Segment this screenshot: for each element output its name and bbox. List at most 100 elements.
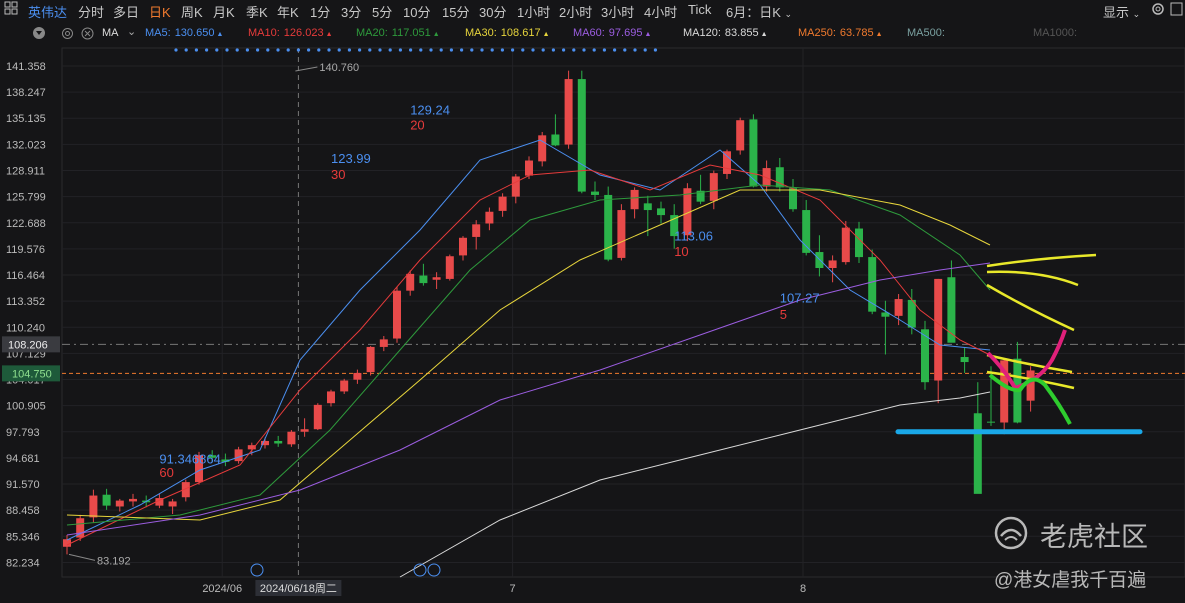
- candle-body: [736, 120, 745, 151]
- candle-body: [327, 391, 335, 404]
- price-annotation: 83.192: [97, 555, 131, 567]
- plot-frame: [61, 47, 1185, 578]
- event-dot: [317, 48, 321, 52]
- event-dot: [633, 48, 637, 52]
- event-dot: [205, 48, 209, 52]
- candle-body: [987, 421, 995, 423]
- event-dot: [235, 48, 239, 52]
- candle-body: [102, 494, 111, 506]
- y-tick-label: 119.576: [6, 244, 45, 256]
- candle-body: [947, 277, 956, 343]
- candle-body: [379, 339, 388, 347]
- event-dot: [602, 48, 607, 52]
- price-annotation: 113.06: [674, 228, 713, 243]
- event-dot: [245, 48, 249, 52]
- candle-body: [498, 196, 507, 211]
- event-dot: [470, 48, 474, 52]
- candle-body: [115, 500, 124, 507]
- y-tick-label: 125.799: [6, 192, 46, 204]
- y-tick-label: 94.681: [6, 453, 40, 465]
- candle-body: [234, 449, 243, 462]
- y-tick-label: 122.688: [6, 218, 46, 230]
- event-dot: [174, 48, 178, 52]
- candle-body: [538, 135, 547, 162]
- price-annotation: 140.760: [319, 62, 359, 74]
- candle-body: [630, 189, 639, 210]
- event-dot: [572, 48, 576, 52]
- candle-body: [419, 275, 428, 284]
- y-tick-label: 85.346: [6, 531, 40, 543]
- candle-body: [789, 188, 797, 210]
- candle-body: [89, 495, 98, 518]
- price-annotation: 123.99: [331, 151, 371, 166]
- candle-body: [445, 256, 454, 279]
- candle-body: [393, 290, 401, 339]
- ma60-line: [66, 262, 991, 536]
- crosshair-date-label: 2024/06/18周二: [260, 582, 337, 595]
- event-dot: [521, 48, 525, 52]
- y-tick-label: 91.570: [6, 479, 40, 491]
- event-dot: [419, 48, 423, 52]
- candle-body: [855, 228, 863, 258]
- candle-body: [300, 429, 309, 432]
- event-dot: [256, 48, 260, 52]
- event-dot: [347, 48, 351, 52]
- y-tick-label: 116.464: [6, 270, 45, 282]
- x-tick-label: 8: [800, 583, 806, 595]
- last-price-label: 104.750: [12, 368, 52, 380]
- event-dot: [388, 48, 392, 52]
- candle-body: [274, 440, 283, 444]
- drawn-yellow-curve: [986, 283, 1075, 332]
- candle-body: [709, 173, 718, 201]
- event-dot: [582, 48, 586, 52]
- event-dot: [592, 48, 596, 52]
- y-tick-label: 82.234: [6, 557, 40, 569]
- candle-body: [577, 79, 586, 192]
- candle-body: [459, 237, 467, 256]
- candle-body: [657, 208, 665, 216]
- candle-body: [168, 501, 177, 507]
- y-tick-label: 138.247: [6, 87, 46, 99]
- annotation-leader: [68, 553, 96, 561]
- candle-body: [511, 176, 520, 197]
- candle-body: [1026, 370, 1035, 401]
- y-tick-label: 110.240: [6, 322, 45, 334]
- event-dot: [460, 48, 464, 52]
- event-dot: [643, 48, 647, 52]
- tiger-logo-icon: [993, 516, 1029, 555]
- event-marker-icon: [250, 563, 264, 577]
- price-annotation: 107.27: [780, 290, 820, 305]
- event-marker-icon: [427, 563, 441, 577]
- candle-body: [366, 346, 375, 373]
- event-dot: [551, 48, 556, 52]
- candle-body: [960, 357, 969, 363]
- event-dot: [490, 48, 494, 52]
- candle-body: [340, 380, 349, 392]
- event-dot: [480, 48, 484, 52]
- candle-body: [643, 203, 652, 211]
- x-tick-label: 2024/06: [202, 583, 242, 595]
- candle-body: [472, 224, 481, 237]
- candle-body: [432, 277, 441, 280]
- candle-body: [129, 498, 137, 502]
- drawn-yellow-curve: [986, 253, 1097, 268]
- event-dot: [358, 48, 362, 52]
- event-dot: [327, 48, 331, 52]
- ma10-line: [66, 164, 991, 546]
- event-dot: [368, 48, 372, 52]
- event-dot: [215, 48, 219, 52]
- event-dot: [449, 48, 453, 52]
- event-dot: [337, 48, 341, 52]
- candle-body: [485, 211, 494, 224]
- event-dot: [194, 48, 198, 52]
- event-dot: [378, 48, 382, 52]
- event-dot: [276, 48, 280, 52]
- event-dot: [623, 48, 627, 52]
- candle-body: [841, 227, 850, 263]
- x-tick-label: 7: [510, 583, 516, 595]
- y-tick-label: 97.793: [6, 427, 40, 439]
- event-dot: [429, 48, 433, 52]
- y-tick-label: 100.905: [6, 401, 46, 413]
- candle-body: [604, 194, 613, 260]
- y-tick-label: 113.352: [6, 296, 45, 308]
